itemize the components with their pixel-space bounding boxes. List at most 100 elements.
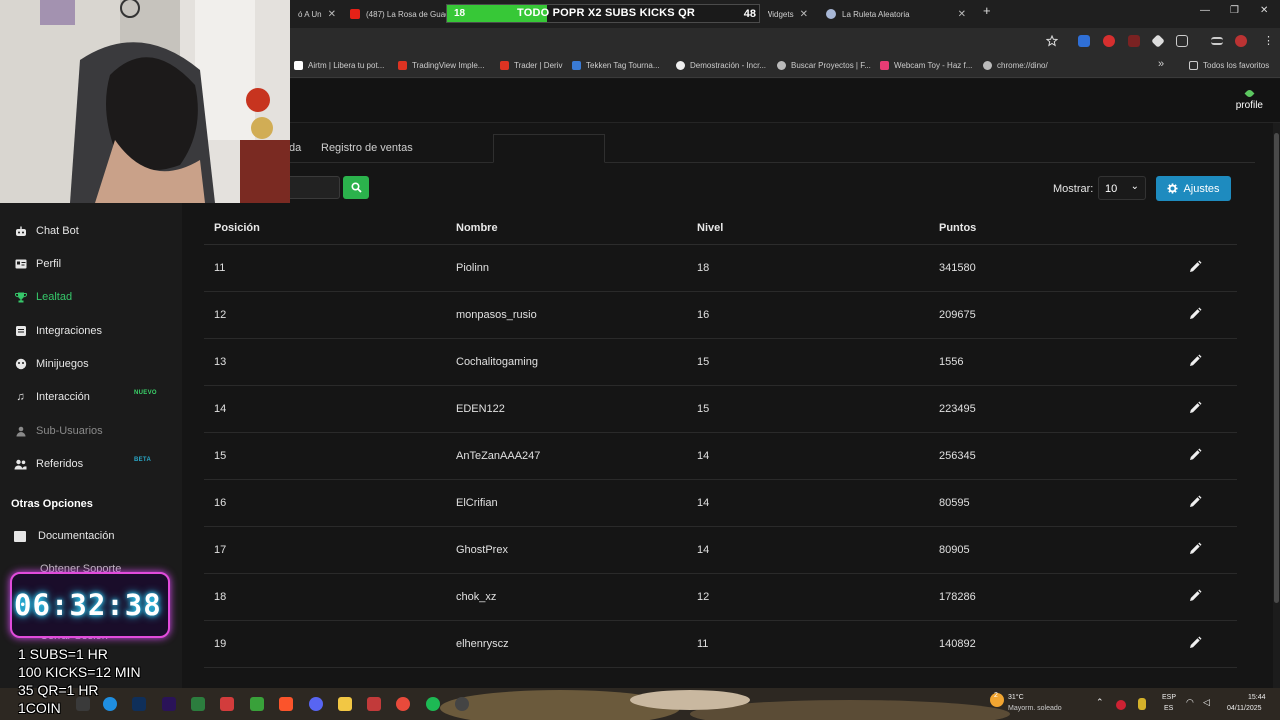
sidebar-item-perfil[interactable]: Perfil: [14, 258, 61, 270]
bookmark[interactable]: Demostración - Incr...: [676, 61, 766, 70]
window-close-button[interactable]: ✕: [1260, 5, 1268, 16]
edit-pencil-icon[interactable]: [1188, 589, 1202, 603]
menu-lines-icon[interactable]: [1211, 37, 1223, 45]
extension-icon[interactable]: [1128, 35, 1140, 47]
edge-icon[interactable]: [103, 697, 117, 711]
sidebar-item-documentacion[interactable]: Documentación: [14, 530, 114, 542]
bookmark[interactable]: Trader | Deriv: [500, 61, 562, 70]
weather-temp[interactable]: 31°C: [1008, 694, 1024, 701]
sidebar-item-integraciones[interactable]: Integraciones: [14, 325, 102, 337]
tab-title: ó A Un: [298, 9, 322, 19]
column-header-position[interactable]: Posición: [214, 222, 260, 234]
cell-level: 14: [697, 544, 710, 556]
all-favorites-folder[interactable]: Todos los favoritos: [1189, 61, 1269, 70]
table-row: 18 chok_xz 12 178286: [204, 574, 1237, 621]
sidebar-item-interaccion[interactable]: ♫ Interacción: [14, 391, 89, 403]
bookmark[interactable]: TradingView Imple...: [398, 61, 484, 70]
bookmark[interactable]: Tekken Tag Tourna...: [572, 61, 660, 70]
cell-points: 80905: [939, 544, 970, 556]
tab-sales-log[interactable]: Registro de ventas: [321, 142, 413, 154]
app-icon[interactable]: [367, 697, 381, 711]
column-header-points[interactable]: Puntos: [939, 222, 976, 234]
store-icon[interactable]: [191, 697, 205, 711]
sidebar-item-minijuegos[interactable]: Minijuegos: [14, 358, 89, 370]
edit-pencil-icon[interactable]: [1188, 542, 1202, 556]
bookmark[interactable]: chrome://dino/: [983, 61, 1048, 70]
settings-button[interactable]: Ajustes: [1156, 176, 1231, 201]
language-layout[interactable]: ES: [1164, 705, 1173, 712]
chevron-up-icon[interactable]: ⌃: [1096, 697, 1104, 708]
sidebar-item-referidos[interactable]: Referidos: [14, 458, 83, 470]
browser-tab[interactable]: ó A Un ✕: [290, 3, 340, 25]
cell-level: 11: [697, 638, 709, 650]
sidebar-item-sub-usuarios[interactable]: Sub-Usuarios: [14, 425, 103, 437]
leaderboard-table-header: Posición Nombre Nivel Puntos: [204, 214, 1237, 245]
scrollbar-thumb[interactable]: [1274, 133, 1279, 603]
deriv-icon[interactable]: [220, 697, 234, 711]
spotify-icon[interactable]: [426, 697, 440, 711]
youtube-icon: [350, 9, 360, 19]
clock-time[interactable]: 15:44: [1248, 694, 1266, 701]
close-icon[interactable]: ✕: [328, 9, 336, 20]
search-button[interactable]: [343, 176, 369, 199]
bookmark-label: Airtm | Libera tu pot...: [308, 61, 385, 70]
edit-pencil-icon[interactable]: [1188, 354, 1202, 368]
bookmarks-overflow-button[interactable]: »: [1158, 58, 1164, 70]
browser-tab[interactable]: La Ruleta Aleatoria ✕: [818, 3, 974, 25]
clock-date[interactable]: 04/11/2025: [1227, 705, 1262, 712]
browser-tab[interactable]: (487) La Rosa de Guad: [342, 3, 446, 25]
brave-icon[interactable]: [279, 697, 293, 711]
edit-pencil-icon[interactable]: [1188, 448, 1202, 462]
tab-leaderboard[interactable]: da: [289, 142, 301, 154]
page-size-select[interactable]: 10 ⌄: [1098, 176, 1146, 200]
gears-icon: [1167, 183, 1178, 194]
star-icon[interactable]: [1046, 35, 1058, 47]
discord-icon[interactable]: [309, 697, 323, 711]
edit-pencil-icon[interactable]: [1188, 260, 1202, 274]
bookmark[interactable]: Buscar Proyectos | F...: [777, 61, 871, 70]
stream-rule-line: 1COIN: [18, 700, 61, 716]
user-group-icon: [14, 458, 27, 470]
photoshop-icon[interactable]: [132, 697, 146, 711]
avatar[interactable]: [1235, 35, 1247, 47]
kebab-menu-icon[interactable]: ⋮: [1263, 34, 1274, 47]
column-header-level[interactable]: Nivel: [697, 222, 723, 234]
language-code[interactable]: ESP: [1162, 694, 1176, 701]
bookmark[interactable]: Webcam Toy - Haz f...: [880, 61, 972, 70]
sidebar-item-chat-bot[interactable]: Chat Bot: [14, 225, 79, 237]
folder-icon[interactable]: [338, 697, 352, 711]
browser-tab[interactable]: best ChatBot Widgets ✕: [760, 3, 816, 25]
edit-pencil-icon[interactable]: [1188, 636, 1202, 650]
tray-app-icon[interactable]: [1116, 700, 1126, 710]
profile-link[interactable]: profile: [1236, 90, 1263, 111]
edit-pencil-icon[interactable]: [1188, 495, 1202, 509]
bookmark-favicon-icon: [880, 61, 889, 70]
column-header-name[interactable]: Nombre: [456, 222, 498, 234]
volume-icon[interactable]: ◁: [1203, 697, 1210, 708]
page-scrollbar[interactable]: [1273, 123, 1280, 688]
edit-pencil-icon[interactable]: [1188, 307, 1202, 321]
close-icon[interactable]: ✕: [800, 9, 808, 20]
trophy-icon: [14, 291, 27, 303]
minimize-button[interactable]: —: [1200, 5, 1210, 16]
search-icon[interactable]: [76, 697, 90, 711]
bookmark[interactable]: Airtm | Libera tu pot...: [294, 61, 384, 70]
beta-badge: BETA: [134, 457, 152, 463]
close-icon[interactable]: ✕: [958, 9, 966, 20]
cell-position: 16: [214, 497, 227, 509]
wifi-icon[interactable]: ◠: [1186, 697, 1194, 708]
new-tab-button[interactable]: +: [983, 3, 991, 18]
chrome-icon[interactable]: [396, 697, 410, 711]
premiere-icon[interactable]: [162, 697, 176, 711]
extension-icon[interactable]: [1103, 35, 1115, 47]
edit-pencil-icon[interactable]: [1188, 401, 1202, 415]
obs-icon[interactable]: [455, 697, 469, 711]
stream-rule-line: 1 SUBS=1 HR: [18, 646, 108, 662]
minecraft-icon[interactable]: [250, 697, 264, 711]
maximize-button[interactable]: ❐: [1230, 5, 1239, 16]
weather-desc[interactable]: Mayorm. soleado: [1008, 705, 1062, 712]
sidebar-item-lealtad[interactable]: Lealtad: [14, 291, 72, 303]
extension-icon[interactable]: [1078, 35, 1090, 47]
puzzle-icon[interactable]: [1176, 35, 1188, 47]
microphone-icon[interactable]: [1138, 698, 1146, 710]
